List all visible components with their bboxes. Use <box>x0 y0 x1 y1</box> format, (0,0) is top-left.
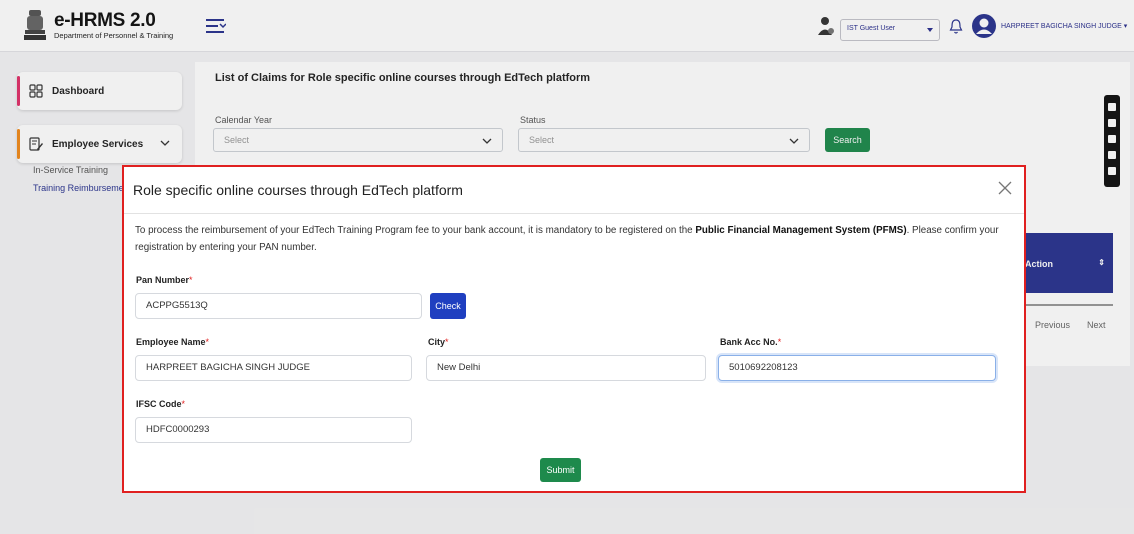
close-icon[interactable] <box>998 181 1012 195</box>
modal-intro-text: To process the reimbursement of your EdT… <box>135 225 999 253</box>
pan-number-label: Pan Number* <box>136 275 193 285</box>
pfms-emphasis: Public Financial Management System (PFMS… <box>695 225 907 236</box>
employee-name-label: Employee Name* <box>136 337 210 347</box>
submit-button[interactable]: Submit <box>540 458 581 482</box>
city-label: City* <box>428 337 449 347</box>
bank-acc-field[interactable]: 5010692208123 <box>718 355 996 381</box>
ifsc-code-label: IFSC Code* <box>136 399 186 409</box>
employee-name-field[interactable]: HARPREET BAGICHA SINGH JUDGE <box>135 355 412 381</box>
bank-acc-label: Bank Acc No.* <box>720 337 782 347</box>
pfms-registration-modal: Role specific online courses through EdT… <box>122 165 1026 493</box>
city-field[interactable]: New Delhi <box>426 355 706 381</box>
modal-title: Role specific online courses through EdT… <box>133 182 463 198</box>
pan-number-field[interactable]: ACPPG5513Q <box>135 293 422 319</box>
modal-divider <box>124 213 1024 214</box>
check-button[interactable]: Check <box>430 293 466 319</box>
ifsc-code-field[interactable]: HDFC0000293 <box>135 417 412 443</box>
